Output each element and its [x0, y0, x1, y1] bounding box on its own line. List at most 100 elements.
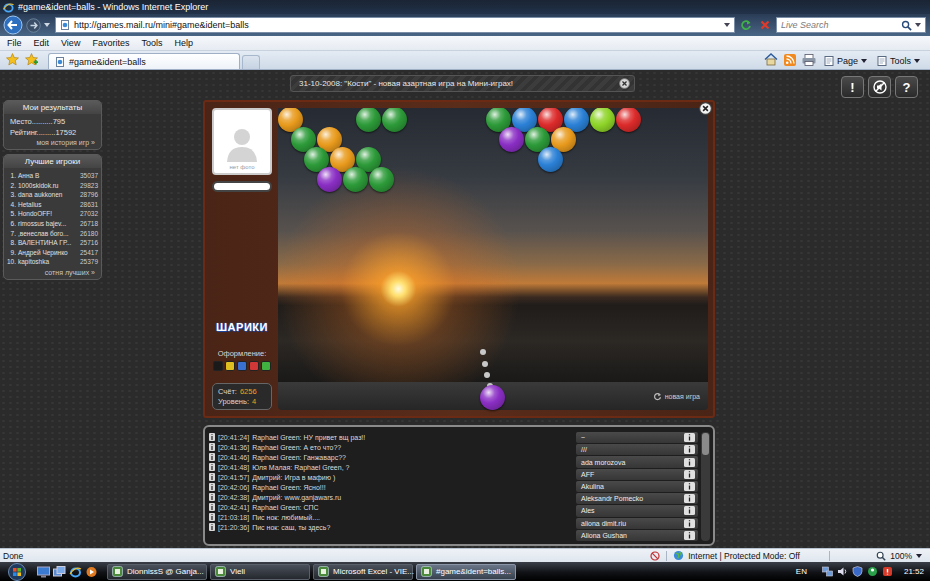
media-player-icon[interactable]	[85, 566, 98, 578]
info-icon[interactable]	[684, 433, 695, 442]
info-icon[interactable]	[209, 493, 215, 501]
ie-launch-icon[interactable]	[69, 566, 82, 578]
info-icon[interactable]	[684, 531, 695, 540]
player-row[interactable]: 10. kapitoshka 25379	[7, 257, 98, 267]
menu-item[interactable]: View	[61, 38, 80, 48]
browser-tab[interactable]: #game&ident=balls	[48, 53, 240, 69]
info-icon[interactable]	[209, 473, 215, 481]
news-banner[interactable]: 31-10-2008: "Кости" - новая азартная игр…	[290, 75, 635, 92]
forward-button[interactable]	[26, 18, 41, 33]
shooter-ball[interactable]	[480, 385, 505, 410]
play-area[interactable]: новая игра	[278, 108, 708, 410]
chat-user[interactable]: Aleksandr Pomecko	[576, 493, 698, 504]
player-row[interactable]: 5. HondoOFF! 27032	[7, 209, 98, 219]
theme-swatch[interactable]	[249, 361, 259, 371]
info-icon[interactable]	[684, 445, 695, 454]
security-zone[interactable]: Internet | Protected Mode: Off	[673, 550, 823, 561]
chat-user[interactable]: AFF	[576, 469, 698, 480]
desktop-icon[interactable]	[37, 566, 50, 578]
play-field-photo[interactable]	[278, 108, 708, 382]
menu-item[interactable]: Edit	[34, 38, 50, 48]
info-icon[interactable]	[209, 483, 215, 491]
switch-windows-icon[interactable]	[53, 566, 66, 578]
new-game-button[interactable]: новая игра	[653, 392, 700, 401]
theme-swatch[interactable]	[225, 361, 235, 371]
menu-item[interactable]: Favorites	[92, 38, 129, 48]
stop-button[interactable]	[757, 17, 773, 33]
chat-user[interactable]: Akulina	[576, 481, 698, 492]
add-favorite-icon[interactable]	[25, 53, 38, 66]
page-tool-button[interactable]: ?	[895, 76, 918, 98]
network-icon[interactable]	[822, 566, 833, 577]
language-indicator[interactable]: EN	[790, 567, 813, 576]
new-tab-button[interactable]	[242, 55, 260, 69]
taskbar-task[interactable]: #game&ident=balls...	[416, 564, 516, 580]
info-icon[interactable]	[684, 482, 695, 491]
theme-swatch[interactable]	[213, 361, 223, 371]
url-dropdown-icon[interactable]	[724, 23, 730, 27]
theme-swatch[interactable]	[237, 361, 247, 371]
toolbar-menu-button[interactable]: Tools	[875, 56, 922, 66]
update-icon[interactable]	[882, 566, 893, 577]
chat-user[interactable]: ada morozova	[576, 456, 698, 467]
player-row[interactable]: 4. Hetalius 28631	[7, 200, 98, 210]
taskbar-task[interactable]: Vieli	[210, 564, 310, 580]
start-button[interactable]	[4, 563, 30, 581]
chat-user[interactable]: ~	[576, 432, 698, 443]
chat-user[interactable]: aliona dimit.riu	[576, 518, 698, 529]
close-icon[interactable]	[619, 78, 630, 89]
theme-swatch[interactable]	[261, 361, 271, 371]
volume-icon[interactable]	[837, 566, 848, 577]
taskbar-task[interactable]: Microsoft Excel - VIE...	[313, 564, 413, 580]
search-field[interactable]: Live Search	[776, 17, 926, 33]
player-row[interactable]: 9. Андрей Черинко 25417	[7, 248, 98, 258]
zoom-level[interactable]: 100%	[876, 551, 922, 561]
chat-user[interactable]: Ales	[576, 505, 698, 516]
clock[interactable]: 21:52	[902, 567, 924, 576]
top-hundred-link[interactable]: сотня лучших »	[4, 268, 101, 276]
info-icon[interactable]	[209, 513, 215, 521]
scroll-thumb[interactable]	[702, 433, 709, 455]
info-icon[interactable]	[684, 506, 695, 515]
chat-user[interactable]: ///	[576, 444, 698, 455]
page-tool-button[interactable]: !	[841, 76, 864, 98]
chat-scrollbar[interactable]	[701, 432, 710, 541]
game-close-button[interactable]	[698, 101, 713, 116]
player-row[interactable]: 8. ВАЛЕНТИНА ГР... 25716	[7, 238, 98, 248]
home-icon[interactable]	[764, 53, 778, 66]
player-row[interactable]: 1. Анна В 35037	[7, 171, 98, 181]
info-icon[interactable]	[209, 523, 215, 531]
address-field[interactable]: http://games.mail.ru/mini#game&ident=bal…	[55, 17, 735, 33]
toolbar-menu-button[interactable]: Page	[822, 56, 869, 66]
info-icon[interactable]	[684, 458, 695, 467]
info-icon[interactable]	[209, 443, 215, 451]
player-row[interactable]: 7. ,венеслав бого... 26180	[7, 229, 98, 239]
info-icon[interactable]	[209, 463, 215, 471]
info-icon[interactable]	[684, 494, 695, 503]
print-icon[interactable]	[802, 54, 816, 66]
chat-user[interactable]: Aliona Gushan	[576, 530, 698, 541]
shield-icon[interactable]	[852, 566, 863, 577]
menu-item[interactable]: File	[7, 38, 22, 48]
player-row[interactable]: 6. rimossus bajev... 26718	[7, 219, 98, 229]
info-icon[interactable]	[684, 470, 695, 479]
messenger-icon[interactable]	[867, 566, 878, 577]
search-dropdown-icon[interactable]	[915, 23, 921, 27]
info-icon[interactable]	[684, 519, 695, 528]
info-icon[interactable]	[209, 453, 215, 461]
player-row[interactable]: 2. 1000skidok.ru 29823	[7, 181, 98, 191]
search-icon[interactable]	[901, 20, 912, 31]
favorites-star-icon[interactable]	[6, 53, 19, 66]
info-icon[interactable]	[209, 433, 215, 441]
player-row[interactable]: 3. dana aukkonen 28796	[7, 190, 98, 200]
info-icon[interactable]	[209, 503, 215, 511]
menu-item[interactable]: Help	[174, 38, 193, 48]
back-button[interactable]	[3, 15, 23, 35]
feeds-icon[interactable]	[784, 54, 796, 66]
history-link[interactable]: моя история игр »	[4, 138, 101, 146]
menu-item[interactable]: Tools	[141, 38, 162, 48]
refresh-button[interactable]	[738, 17, 754, 33]
page-tool-button[interactable]	[868, 76, 891, 98]
taskbar-task[interactable]: DionnissS @ Ganja...	[107, 564, 207, 580]
history-dropdown-icon[interactable]	[44, 23, 50, 27]
